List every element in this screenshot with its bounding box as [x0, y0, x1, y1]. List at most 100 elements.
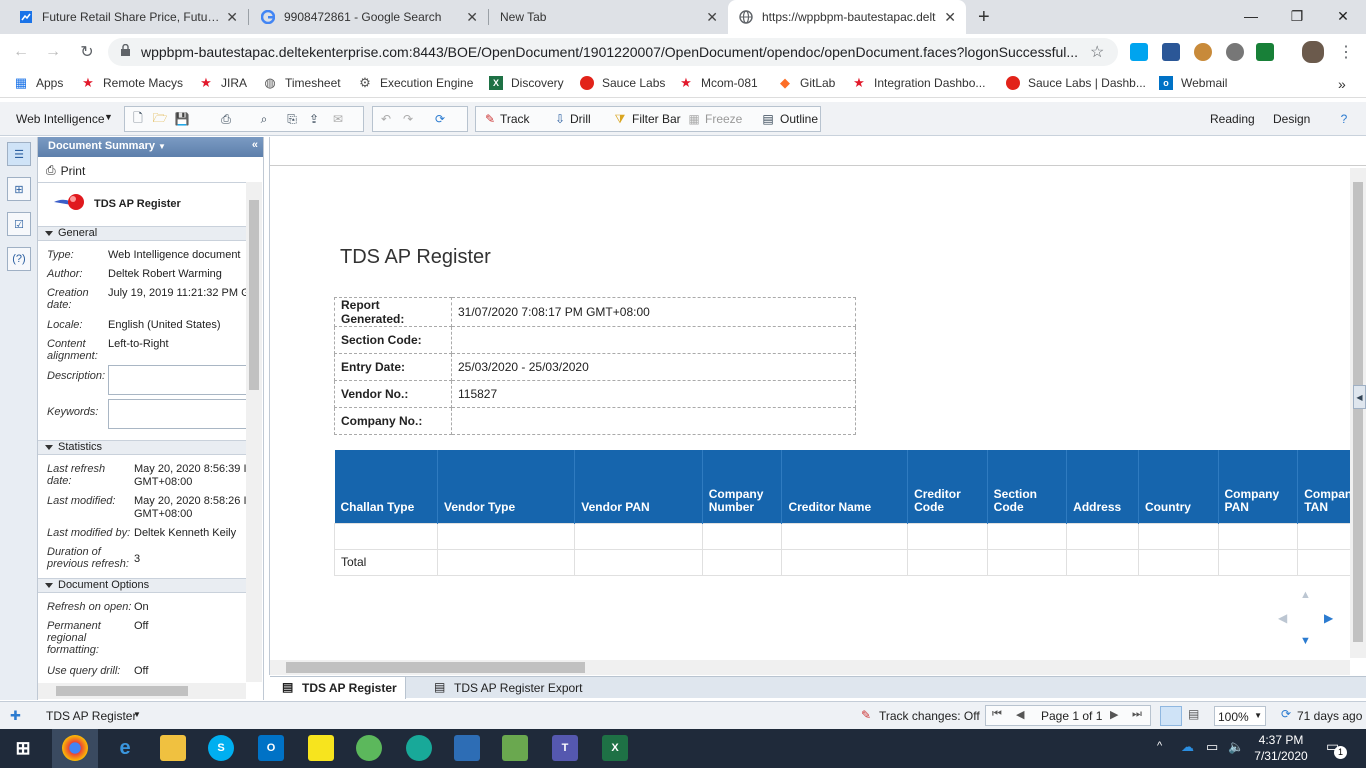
track-changes-icon[interactable]: ✎: [482, 111, 498, 127]
bookmarks-overflow-button[interactable]: »: [1338, 76, 1346, 92]
bookmark-jira[interactable]: ★ JIRA: [199, 75, 247, 90]
close-icon[interactable]: ✕: [944, 9, 956, 26]
bookmark-remote-macys[interactable]: ★ Remote Macys: [81, 75, 183, 90]
bookmark-discovery[interactable]: X Discovery: [489, 76, 564, 90]
volume-icon[interactable]: 🔈: [1228, 739, 1244, 755]
save-icon[interactable]: 💾: [174, 111, 190, 127]
close-icon[interactable]: ✕: [706, 9, 718, 26]
pan-down-icon[interactable]: ▼: [1300, 635, 1311, 647]
bookmark-webmail[interactable]: o Webmail: [1159, 76, 1227, 90]
pan-left-icon[interactable]: ◀: [1278, 611, 1287, 625]
bookmark-mcom-081[interactable]: ★ Mcom-081: [679, 75, 758, 90]
maximize-button[interactable]: ❐: [1274, 0, 1320, 32]
section-general[interactable]: General: [38, 226, 246, 241]
page-indicator[interactable]: Page 1 of 1: [1041, 709, 1102, 723]
teams-icon[interactable]: T: [552, 735, 578, 761]
expand-right-panel-icon[interactable]: ◀: [1353, 385, 1366, 409]
web-intelligence-menu[interactable]: Web Intelligence: [16, 112, 105, 126]
section-document-options[interactable]: Document Options: [38, 578, 246, 593]
clock[interactable]: 4:37 PM 7/31/2020: [1252, 732, 1310, 764]
quick-display-icon[interactable]: [1160, 706, 1182, 726]
report-tab-tds-ap-register[interactable]: ▤ TDS AP Register: [270, 677, 406, 699]
browser-tab-google-search[interactable]: 9908472861 - Google Search ✕: [250, 0, 488, 34]
undo-icon[interactable]: ↶: [378, 111, 394, 127]
sheets-extension-icon[interactable]: [1256, 43, 1274, 61]
browser-tab-future-retail[interactable]: Future Retail Share Price, Future R ✕: [8, 0, 248, 34]
chevron-up-icon[interactable]: ^: [1157, 740, 1162, 752]
edge-icon[interactable]: e: [112, 735, 138, 761]
bookmark-star-icon[interactable]: ☆: [1090, 42, 1104, 62]
close-icon[interactable]: ✕: [226, 9, 238, 26]
chrome-icon[interactable]: [62, 735, 88, 761]
close-window-button[interactable]: ✕: [1320, 0, 1366, 32]
file-explorer-icon[interactable]: [160, 735, 186, 761]
bookmark-apps[interactable]: ▦ Apps: [14, 75, 64, 90]
collapse-panel-icon[interactable]: «: [252, 139, 258, 151]
report-tab-tds-ap-register-export[interactable]: ▤ TDS AP Register Export: [422, 677, 592, 699]
navigation-map-icon[interactable]: ⊞: [7, 177, 31, 201]
minimize-button[interactable]: —: [1228, 0, 1274, 32]
section-statistics[interactable]: Statistics: [38, 440, 246, 455]
report-horizontal-scrollbar[interactable]: [270, 660, 1350, 675]
app-icon[interactable]: [454, 735, 480, 761]
bookmark-gitlab[interactable]: ◆ GitLab: [778, 75, 835, 90]
print-icon[interactable]: ⎙: [218, 111, 234, 127]
pan-up-icon[interactable]: ▲: [1300, 589, 1311, 601]
chevron-down-icon[interactable]: ▼: [133, 710, 141, 719]
zoom-select[interactable]: 100% ▼: [1214, 706, 1266, 726]
track-icon[interactable]: ⎘: [284, 111, 300, 127]
track-changes-status[interactable]: Track changes: Off: [879, 709, 980, 723]
design-mode-button[interactable]: Design: [1273, 112, 1310, 126]
windows-start-icon[interactable]: ⊞: [10, 735, 36, 761]
outline-icon[interactable]: ▤: [760, 111, 776, 127]
reload-button[interactable]: ↻: [75, 40, 99, 64]
previous-page-icon[interactable]: ◀: [1016, 708, 1024, 721]
menu-kebab-icon[interactable]: ⋮: [1338, 42, 1354, 62]
bookmark-sauce-labs[interactable]: Sauce Labs: [580, 76, 665, 90]
app-icon[interactable]: [356, 735, 382, 761]
forward-button[interactable]: →: [41, 40, 65, 64]
new-tab-button[interactable]: +: [978, 6, 990, 29]
extension-icon[interactable]: [1162, 43, 1180, 61]
export-icon[interactable]: ⇪: [306, 111, 322, 127]
drill-icon[interactable]: ⇩: [552, 111, 568, 127]
network-icon[interactable]: ▭: [1206, 739, 1218, 755]
freeze-button[interactable]: Freeze: [705, 112, 742, 126]
print-button[interactable]: ⎙ Print: [46, 163, 85, 178]
track-button[interactable]: Track: [500, 112, 530, 126]
sticky-notes-icon[interactable]: [308, 735, 334, 761]
bookmark-timesheet[interactable]: ◍ Timesheet: [263, 75, 340, 90]
windows-extension-icon[interactable]: [1130, 43, 1148, 61]
refresh-icon[interactable]: ⟳: [432, 111, 448, 127]
reading-mode-button[interactable]: Reading: [1210, 112, 1255, 126]
current-report-name[interactable]: TDS AP Register: [46, 709, 136, 723]
description-field[interactable]: [108, 365, 248, 395]
bookmark-integration-dashboard[interactable]: ★ Integration Dashbo...: [852, 75, 985, 90]
app-icon[interactable]: [406, 735, 432, 761]
filter-icon[interactable]: ⧩: [612, 111, 628, 127]
last-page-icon[interactable]: ⏭: [1132, 708, 1142, 721]
refresh-icon[interactable]: ⟳: [1281, 707, 1291, 721]
avatar[interactable]: [1302, 41, 1324, 63]
outlook-icon[interactable]: O: [258, 735, 284, 761]
browser-tab-active-report[interactable]: https://wppbpm-bautestapac.delt ✕: [728, 0, 966, 34]
next-page-icon[interactable]: ▶: [1110, 708, 1118, 721]
input-controls-icon[interactable]: ☑: [7, 212, 31, 236]
bookmark-execution-engine[interactable]: ⚙ Execution Engine: [358, 75, 473, 90]
keywords-field[interactable]: [108, 399, 248, 429]
open-folder-icon[interactable]: 🗁: [152, 111, 168, 127]
drill-button[interactable]: Drill: [570, 112, 591, 126]
excel-icon[interactable]: X: [602, 735, 628, 761]
extension-icon[interactable]: [1226, 43, 1244, 61]
email-icon[interactable]: ✉: [330, 111, 346, 127]
document-summary-icon[interactable]: ☰: [7, 142, 31, 166]
app-icon[interactable]: [502, 735, 528, 761]
panel-horizontal-scrollbar[interactable]: [38, 683, 246, 699]
close-icon[interactable]: ✕: [466, 9, 478, 26]
first-page-icon[interactable]: ⏮: [992, 708, 1002, 721]
freeze-icon[interactable]: ▦: [686, 111, 702, 127]
browser-tab-new-tab[interactable]: New Tab ✕: [490, 0, 728, 34]
report-vertical-scrollbar[interactable]: [1350, 168, 1366, 658]
filter-bar-button[interactable]: Filter Bar: [632, 112, 681, 126]
outline-button[interactable]: Outline: [780, 112, 818, 126]
